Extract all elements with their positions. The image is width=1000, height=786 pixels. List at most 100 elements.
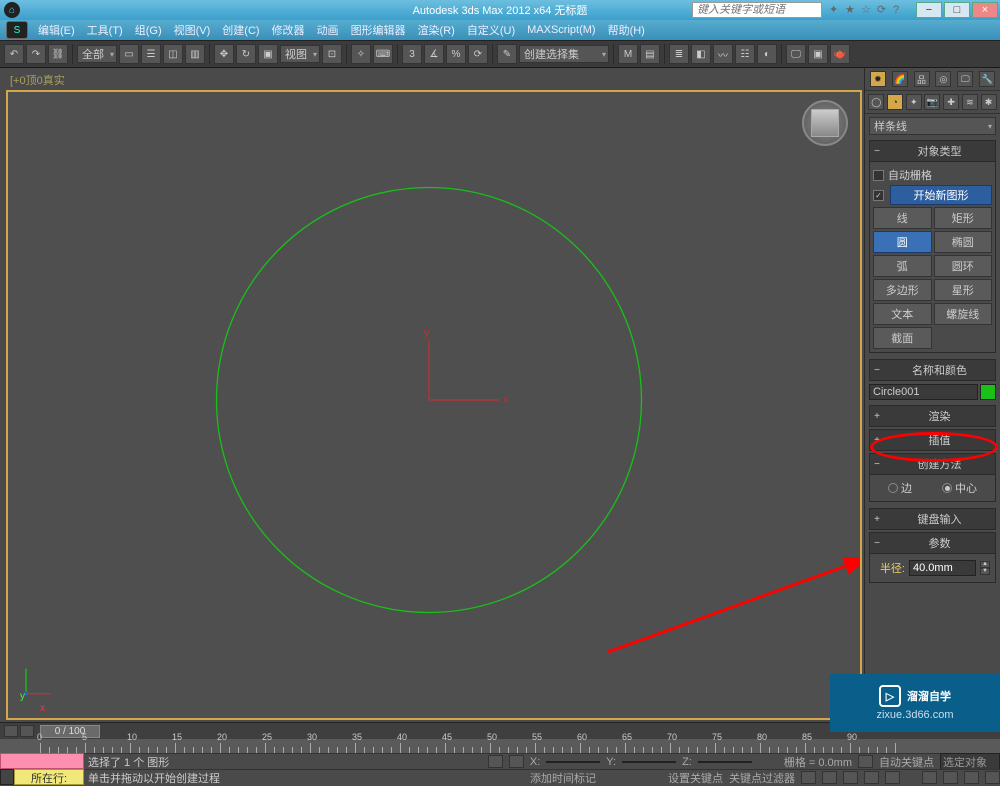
- start-new-shape-checkbox[interactable]: [873, 190, 884, 201]
- lights-icon[interactable]: ✦: [906, 94, 922, 110]
- auto-key-button[interactable]: 自动关键点: [879, 754, 934, 770]
- spacewarps-icon[interactable]: ≋: [962, 94, 978, 110]
- window-crossing-button[interactable]: ▥: [185, 44, 205, 64]
- rollout-params[interactable]: −参数: [869, 532, 996, 554]
- type-text[interactable]: 文本: [873, 303, 932, 325]
- link-button[interactable]: ⛓: [48, 44, 68, 64]
- type-star[interactable]: 星形: [934, 279, 993, 301]
- systems-icon[interactable]: ✱: [981, 94, 997, 110]
- scale-button[interactable]: ▣: [258, 44, 278, 64]
- type-donut[interactable]: 圆环: [934, 255, 993, 277]
- type-line[interactable]: 线: [873, 207, 932, 229]
- graphite-button[interactable]: ◧: [691, 44, 711, 64]
- modify-tab-icon[interactable]: 🌈: [892, 71, 908, 87]
- render-button[interactable]: 🫖: [830, 44, 850, 64]
- infocenter-icons[interactable]: ✦★☆⟳?: [828, 3, 908, 18]
- track-btn-1[interactable]: [4, 725, 18, 737]
- viewport-label[interactable]: [+0顶0真实: [6, 70, 862, 90]
- maximize-button[interactable]: □: [944, 2, 970, 18]
- manipulate-button[interactable]: ✧: [351, 44, 371, 64]
- radius-input[interactable]: 40.0mm: [909, 560, 976, 576]
- cameras-icon[interactable]: 📷: [924, 94, 940, 110]
- app-menu-button[interactable]: S: [6, 21, 28, 39]
- menu-custom[interactable]: 自定义(U): [461, 22, 521, 38]
- motion-tab-icon[interactable]: ◎: [935, 71, 951, 87]
- select-region-button[interactable]: ◫: [163, 44, 183, 64]
- radio-edge[interactable]: 边: [888, 480, 912, 496]
- iso-icon[interactable]: [509, 755, 524, 768]
- type-arc[interactable]: 弧: [873, 255, 932, 277]
- coord-z-input[interactable]: [698, 761, 752, 763]
- auto-grid-checkbox[interactable]: [873, 170, 884, 181]
- curve-editor-button[interactable]: 〰: [713, 44, 733, 64]
- select-button[interactable]: ▭: [119, 44, 139, 64]
- pivot-button[interactable]: ⊡: [322, 44, 342, 64]
- category-combo[interactable]: 样条线: [869, 117, 996, 135]
- track-btn-2[interactable]: [20, 725, 34, 737]
- coord-x-input[interactable]: [546, 761, 600, 763]
- rollout-keyboard[interactable]: +键盘输入: [869, 508, 996, 530]
- keyboard-shortcut-button[interactable]: ⌨: [373, 44, 393, 64]
- align-button[interactable]: ▤: [640, 44, 660, 64]
- mirror-button[interactable]: M: [618, 44, 638, 64]
- menu-maxscript[interactable]: MAXScript(M): [521, 24, 601, 36]
- undo-button[interactable]: ↶: [4, 44, 24, 64]
- select-name-button[interactable]: ☰: [141, 44, 161, 64]
- time-slider[interactable]: 0 / 100: [40, 725, 100, 738]
- object-color-swatch[interactable]: [980, 384, 996, 400]
- rollout-object-type[interactable]: −对象类型: [869, 140, 996, 162]
- geometry-icon[interactable]: ◯: [868, 94, 884, 110]
- time-ruler[interactable]: 051015202530354045505560657075808590: [0, 739, 1000, 753]
- menu-modifiers[interactable]: 修改器: [266, 22, 311, 38]
- type-section[interactable]: 截面: [873, 327, 932, 349]
- viewport[interactable]: y x y x: [6, 90, 862, 720]
- shapes-icon[interactable]: ◔: [887, 94, 903, 110]
- key-mode-icon[interactable]: [858, 755, 873, 768]
- help-search-input[interactable]: [692, 2, 822, 18]
- helpers-icon[interactable]: ✚: [943, 94, 959, 110]
- play-prev-button[interactable]: [822, 771, 837, 784]
- menu-anim[interactable]: 动画: [311, 22, 345, 38]
- play-end-button[interactable]: [885, 771, 900, 784]
- snap-toggle-button[interactable]: 3: [402, 44, 422, 64]
- object-name-input[interactable]: Circle001: [869, 384, 978, 400]
- set-key-button[interactable]: 设置关键点: [668, 770, 723, 786]
- play-start-button[interactable]: [801, 771, 816, 784]
- nav-zoom-button[interactable]: [943, 771, 958, 784]
- utilities-tab-icon[interactable]: 🔧: [979, 71, 995, 87]
- menu-group[interactable]: 组(G): [129, 22, 168, 38]
- close-button[interactable]: ×: [972, 2, 998, 18]
- type-helix[interactable]: 螺旋线: [934, 303, 993, 325]
- rollout-interp[interactable]: +插值: [869, 429, 996, 451]
- nav-pan-button[interactable]: [922, 771, 937, 784]
- nav-max-button[interactable]: [985, 771, 1000, 784]
- menu-view[interactable]: 视图(V): [168, 22, 217, 38]
- coord-y-input[interactable]: [622, 761, 676, 763]
- menu-tools[interactable]: 工具(T): [81, 22, 129, 38]
- material-button[interactable]: ◐: [757, 44, 777, 64]
- create-tab-icon[interactable]: ✹: [870, 71, 886, 87]
- move-button[interactable]: ✥: [214, 44, 234, 64]
- rendered-frame-button[interactable]: ▣: [808, 44, 828, 64]
- lock-icon[interactable]: [488, 755, 503, 768]
- minimize-button[interactable]: −: [916, 2, 942, 18]
- type-ellipse[interactable]: 椭圆: [934, 231, 993, 253]
- menu-graph[interactable]: 图形编辑器: [345, 22, 412, 38]
- menu-render[interactable]: 渲染(R): [412, 22, 461, 38]
- angle-snap-button[interactable]: ∡: [424, 44, 444, 64]
- selection-filter-combo[interactable]: 全部: [77, 45, 117, 63]
- listener-lock-icon[interactable]: [0, 769, 14, 785]
- add-time-tag[interactable]: 添加时间标记: [530, 770, 596, 786]
- hierarchy-tab-icon[interactable]: 品: [914, 71, 930, 87]
- play-next-button[interactable]: [864, 771, 879, 784]
- radius-spinner[interactable]: ▲▼: [980, 561, 990, 575]
- menu-help[interactable]: 帮助(H): [602, 22, 651, 38]
- start-new-shape-button[interactable]: 开始新图形: [890, 185, 992, 205]
- rollout-create-method[interactable]: −创建方法: [869, 453, 996, 475]
- rollout-render[interactable]: +渲染: [869, 405, 996, 427]
- display-tab-icon[interactable]: 🖵: [957, 71, 973, 87]
- menu-edit[interactable]: 编辑(E): [32, 22, 81, 38]
- script-listener[interactable]: [0, 753, 84, 769]
- key-filter-button[interactable]: 关键点过滤器: [729, 770, 795, 786]
- render-setup-button[interactable]: 🖵: [786, 44, 806, 64]
